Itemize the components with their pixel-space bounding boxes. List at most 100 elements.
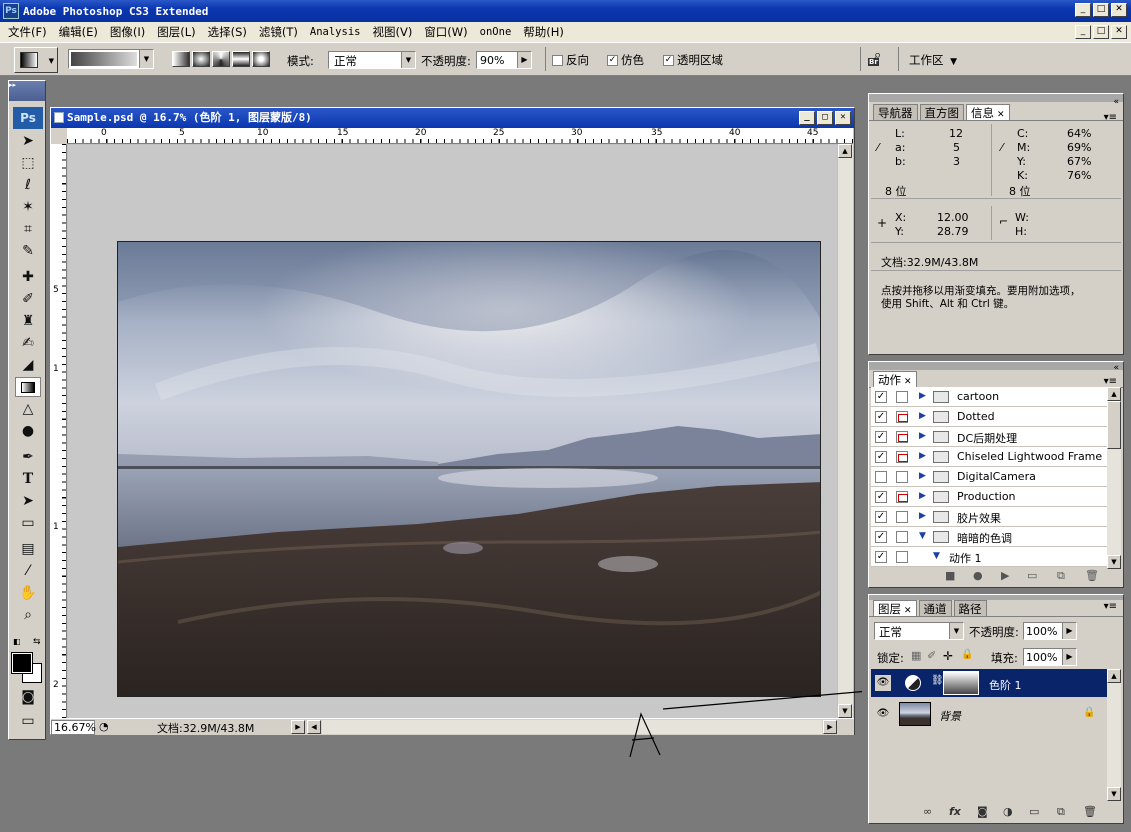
status-menu-button[interactable]: ▶ xyxy=(291,720,305,734)
layer-style-icon[interactable]: fx xyxy=(949,805,961,818)
quick-mask-icon[interactable]: ◙ xyxy=(15,687,41,707)
layer-name[interactable]: 背景 xyxy=(939,708,961,724)
add-mask-icon[interactable]: ◙ xyxy=(977,805,988,818)
lock-position-icon[interactable]: ✛ xyxy=(943,649,953,663)
lock-pixels-icon[interactable]: ✐ xyxy=(927,649,936,662)
actions-scroll-thumb[interactable] xyxy=(1107,401,1121,449)
layers-scroll-down[interactable]: ▼ xyxy=(1107,787,1121,801)
restore-button[interactable]: □ xyxy=(1093,3,1109,17)
menu-filter[interactable]: 滤镜(T) xyxy=(259,24,298,40)
expand-right-icon[interactable]: ▶ xyxy=(919,431,926,441)
vertical-ruler[interactable]: 5 1 1 2 xyxy=(51,144,67,718)
menu-select[interactable]: 选择(S) xyxy=(208,24,247,40)
default-colors-icon[interactable]: ◧ xyxy=(13,637,21,646)
dialog-toggle[interactable] xyxy=(896,431,908,443)
action-enable-checkbox[interactable] xyxy=(875,471,887,483)
pen-tool-icon[interactable]: ✒ xyxy=(15,447,41,467)
menu-window[interactable]: 窗口(W) xyxy=(424,24,467,40)
action-enable-checkbox[interactable]: ✓ xyxy=(875,431,887,443)
hand-tool-icon[interactable]: ✋ xyxy=(15,583,41,603)
eraser-tool-icon[interactable]: ◢ xyxy=(15,355,41,375)
action-row[interactable]: ▶ DigitalCamera xyxy=(871,467,1107,487)
action-enable-checkbox[interactable]: ✓ xyxy=(875,391,887,403)
workspace-button[interactable]: 工作区 ▼ xyxy=(909,52,957,68)
magic-wand-tool-icon[interactable]: ✶ xyxy=(15,197,41,217)
layer-opacity-input[interactable]: 100% ▶ xyxy=(1023,622,1077,640)
action-enable-checkbox[interactable]: ✓ xyxy=(875,551,887,563)
play-icon[interactable]: ▶ xyxy=(1001,569,1009,582)
close-icon[interactable]: ✕ xyxy=(997,110,1005,120)
healing-brush-tool-icon[interactable]: ✚ xyxy=(15,267,41,287)
minimize-button[interactable]: _ xyxy=(1075,3,1091,17)
tab-paths[interactable]: 路径 xyxy=(953,600,987,616)
foreground-color-swatch[interactable] xyxy=(11,652,33,674)
action-enable-checkbox[interactable]: ✓ xyxy=(875,491,887,503)
dialog-toggle[interactable] xyxy=(896,531,908,543)
action-row[interactable]: ✓ ▶ 胶片效果 xyxy=(871,507,1107,527)
tab-navigator[interactable]: 导航器 xyxy=(873,104,918,120)
menu-layer[interactable]: 图层(L) xyxy=(157,24,195,40)
doc-window-maximize-button[interactable]: □ xyxy=(817,111,833,125)
close-icon[interactable]: ✕ xyxy=(904,377,912,387)
angle-gradient-button[interactable] xyxy=(212,51,230,67)
scroll-right-button[interactable]: ▶ xyxy=(823,720,837,734)
ruler-origin[interactable] xyxy=(51,128,67,144)
shape-tool-icon[interactable]: ▭ xyxy=(15,513,41,533)
panel-options-icon[interactable]: ▾≡ xyxy=(1104,601,1117,612)
expand-right-icon[interactable]: ▶ xyxy=(919,391,926,401)
expand-right-icon[interactable]: ▶ xyxy=(919,451,926,461)
status-options-icon[interactable]: ◔ xyxy=(99,720,109,733)
transparency-checkbox[interactable]: ✓ 透明区域 xyxy=(663,52,723,68)
link-layers-icon[interactable]: ∞ xyxy=(923,805,932,818)
tab-layers[interactable]: 图层 ✕ xyxy=(873,600,917,616)
marquee-tool-icon[interactable]: ⬚ xyxy=(15,153,41,173)
new-set-icon[interactable]: ▭ xyxy=(1027,569,1037,582)
stop-icon[interactable]: ■ xyxy=(945,569,955,582)
action-row[interactable]: ✓ ▶ Chiseled Lightwood Frame xyxy=(871,447,1107,467)
actions-scroll-down[interactable]: ▼ xyxy=(1107,555,1121,569)
close-button[interactable]: ✕ xyxy=(1111,3,1127,17)
doc-close-button[interactable]: ✕ xyxy=(1111,25,1127,39)
doc-restore-button[interactable]: □ xyxy=(1093,25,1109,39)
mode-select[interactable]: 正常 ▼ xyxy=(328,51,416,69)
scroll-left-button[interactable]: ◀ xyxy=(307,720,321,734)
menu-analysis[interactable]: Analysis xyxy=(310,26,361,38)
layer-row-levels[interactable]: 👁 ⛓ 色阶 1 xyxy=(871,669,1107,697)
dialog-toggle[interactable] xyxy=(896,411,908,423)
new-layer-icon[interactable]: ⧉ xyxy=(1057,805,1065,819)
gradient-picker[interactable]: ▼ xyxy=(68,49,154,69)
actions-scrollbar[interactable]: ▲ ▼ xyxy=(1107,387,1121,569)
tool-preset-picker[interactable]: ▼ xyxy=(14,47,58,73)
action-enable-checkbox[interactable]: ✓ xyxy=(875,411,887,423)
document-title-bar[interactable]: Sample.psd @ 16.7% (色阶 1, 图层蒙版/8) _ □ ✕ xyxy=(51,108,854,128)
dialog-toggle[interactable] xyxy=(896,491,908,503)
layer-name[interactable]: 色阶 1 xyxy=(989,677,1022,693)
dither-checkbox[interactable]: ✓ 仿色 xyxy=(607,52,644,68)
blur-tool-icon[interactable]: △ xyxy=(15,399,41,419)
canvas-image[interactable] xyxy=(117,241,821,697)
expand-right-icon[interactable]: ▶ xyxy=(919,511,926,521)
action-row[interactable]: ✓ ▼ 动作 1 xyxy=(871,547,1107,567)
menu-edit[interactable]: 编辑(E) xyxy=(59,24,98,40)
new-action-icon[interactable]: ⧉ xyxy=(1057,569,1065,583)
lock-transparency-icon[interactable]: ▦ xyxy=(911,649,921,662)
actions-scroll-up[interactable]: ▲ xyxy=(1107,387,1121,401)
brush-tool-icon[interactable]: ✐ xyxy=(15,289,41,309)
visibility-eye-icon[interactable]: 👁 xyxy=(875,675,891,691)
expand-down-icon[interactable]: ▼ xyxy=(933,551,940,561)
action-row[interactable]: ✓ ▶ Production xyxy=(871,487,1107,507)
radial-gradient-button[interactable] xyxy=(192,51,210,67)
notes-tool-icon[interactable]: ▤ xyxy=(15,539,41,559)
menu-image[interactable]: 图像(I) xyxy=(110,24,145,40)
swap-colors-icon[interactable]: ⇆ xyxy=(33,637,41,647)
tab-channels[interactable]: 通道 xyxy=(918,600,952,616)
crop-tool-icon[interactable]: ⌗ xyxy=(15,219,41,239)
trash-icon[interactable]: 🗑 xyxy=(1085,569,1099,582)
bridge-button[interactable]: Br ⌕ xyxy=(866,48,890,70)
expand-right-icon[interactable]: ▶ xyxy=(919,471,926,481)
action-row[interactable]: ✓ ▶ Dotted xyxy=(871,407,1107,427)
doc-window-close-button[interactable]: ✕ xyxy=(835,111,851,125)
menu-onone[interactable]: onOne xyxy=(480,26,512,38)
reflected-gradient-button[interactable] xyxy=(232,51,250,67)
action-enable-checkbox[interactable]: ✓ xyxy=(875,531,887,543)
